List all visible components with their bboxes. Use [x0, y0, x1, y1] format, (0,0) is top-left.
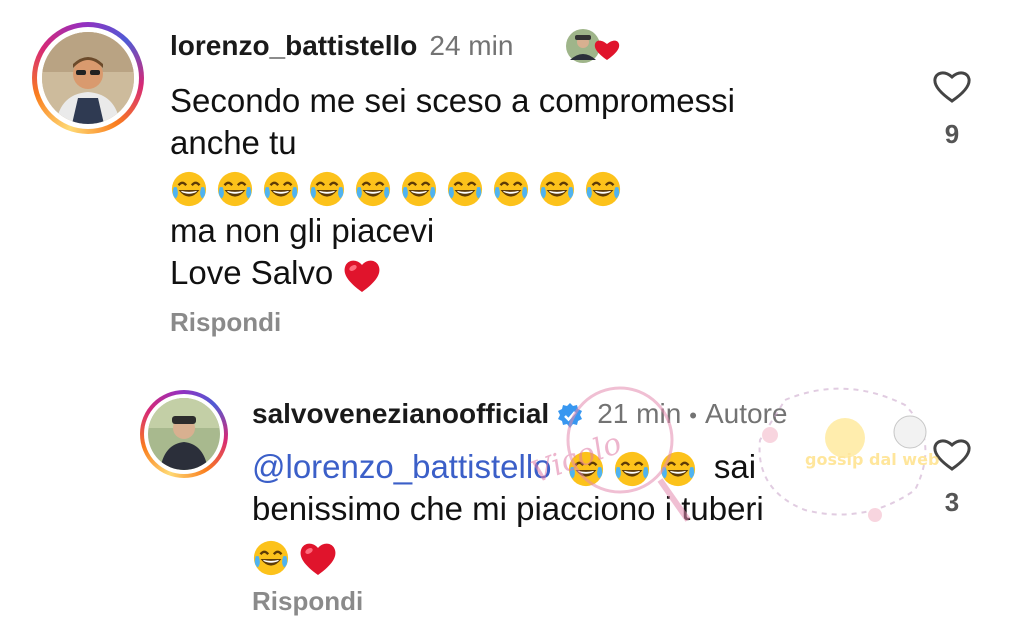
comment-header: lorenzo_battistello 24 min	[170, 30, 513, 62]
laughing-emoji-icon	[567, 450, 605, 488]
avatar-photo	[42, 32, 134, 124]
laughing-emoji-icon	[262, 170, 300, 208]
laughing-emoji-icon	[584, 170, 622, 208]
comment-line: @lorenzo_battistello sai	[252, 446, 764, 488]
username[interactable]: salvovenezianoofficial	[252, 398, 549, 429]
laughing-emoji-icon	[170, 170, 208, 208]
laughing-emoji-icon	[216, 170, 254, 208]
svg-text:gossip dal web: gossip dal web	[805, 450, 939, 469]
timestamp: 21 min	[597, 398, 682, 429]
username[interactable]: lorenzo_battistello	[170, 30, 417, 61]
reply-button[interactable]: Rispondi	[252, 586, 363, 617]
laughing-emoji-icon	[252, 539, 290, 577]
laughing-emoji-icon	[354, 170, 392, 208]
comment-line: anche tu	[170, 124, 297, 161]
like-count: 9	[944, 119, 960, 149]
reply-button[interactable]: Rispondi	[170, 307, 281, 338]
verified-badge-icon	[558, 402, 583, 428]
comment-line-emojis	[252, 530, 764, 576]
timestamp: 24 min	[429, 30, 514, 61]
comment-text: sai	[713, 448, 757, 485]
laughing-emoji-icon	[659, 450, 697, 488]
avatar[interactable]	[42, 32, 134, 124]
laughing-emoji-icon	[400, 170, 438, 208]
laughing-emoji-row	[170, 164, 735, 210]
comment-body: @lorenzo_battistello sai benissimo che m…	[252, 446, 764, 577]
comment-line-signature: Love Salvo	[170, 252, 735, 294]
comment-body: Secondo me sei sceso a compromessi anche…	[170, 80, 735, 294]
like-control: 9	[926, 68, 978, 150]
mention-link[interactable]: @lorenzo_battistello	[252, 448, 552, 485]
laughing-emoji-icon	[446, 170, 484, 208]
comment-line: benissimo che mi piacciono i tuberi	[252, 490, 764, 528]
heart-outline-icon[interactable]	[932, 436, 972, 472]
laughing-emoji-icon	[538, 170, 576, 208]
author-liked-badge	[563, 26, 623, 66]
like-control: 3	[926, 436, 978, 518]
laughing-emoji-icon	[308, 170, 346, 208]
separator-dot: •	[689, 403, 697, 428]
laughing-emoji-icon	[613, 450, 651, 488]
comment-line: Secondo me sei sceso a compromessi	[170, 82, 735, 119]
red-heart-emoji-icon	[342, 256, 382, 294]
comment-header: salvovenezianoofficial 21 min • Autore	[252, 398, 787, 431]
comment-line: ma non gli piacevi	[170, 212, 435, 249]
avatar[interactable]	[148, 398, 220, 470]
avatar-photo	[148, 398, 220, 470]
red-heart-emoji-icon	[298, 539, 338, 577]
author-badge: Autore	[704, 398, 788, 429]
author-like-avatar-icon	[566, 29, 620, 63]
heart-outline-icon[interactable]	[932, 68, 972, 104]
laughing-emoji-icon	[492, 170, 530, 208]
like-count: 3	[944, 487, 960, 517]
